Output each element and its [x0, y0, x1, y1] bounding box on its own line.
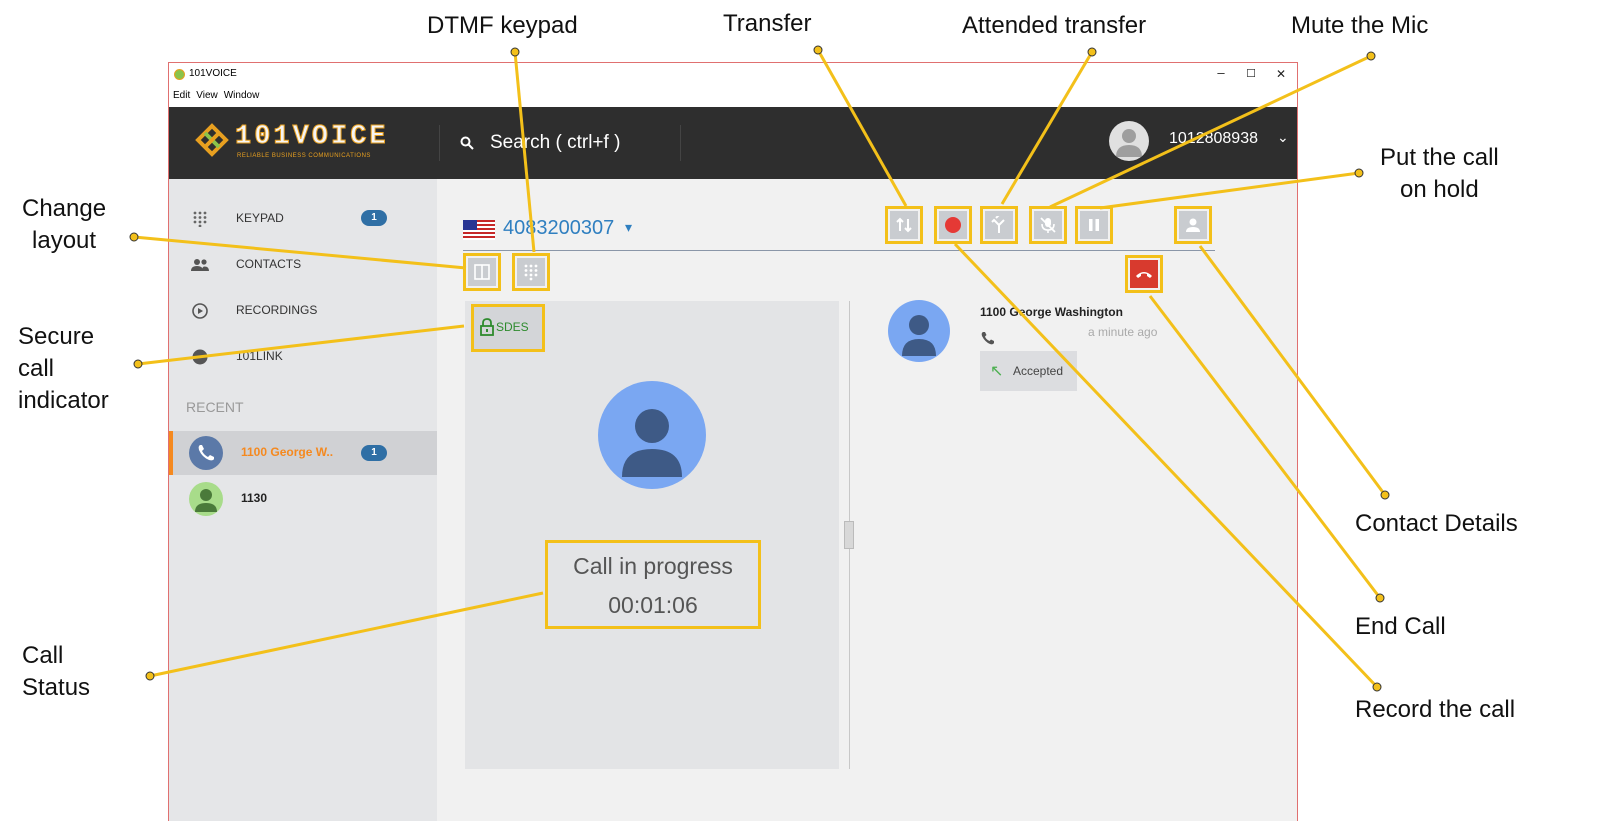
hang-up-icon	[1136, 272, 1152, 278]
window-title: 101VOICE	[189, 68, 237, 79]
sidebar-item-label: 101LINK	[236, 349, 283, 363]
split-layout-icon	[474, 264, 490, 280]
recent-item-name: 1130	[241, 491, 268, 505]
search-input[interactable]: Search ( ctrl+f )	[490, 132, 620, 154]
menu-view[interactable]: View	[196, 90, 218, 101]
call-panel: SDES Call in progress 00:01:06	[465, 301, 839, 769]
record-icon	[945, 217, 961, 233]
dtmf-keypad-button[interactable]	[512, 253, 550, 291]
sidebar-item-label: CONTACTS	[236, 257, 302, 271]
callout-attended-transfer: Attended transfer	[962, 12, 1147, 39]
us-flag-icon	[463, 220, 495, 240]
chevron-down-icon[interactable]: ⌄	[1277, 129, 1289, 146]
user-avatar	[1109, 121, 1149, 161]
transfer-icon	[896, 217, 912, 233]
sidebar-item-label: RECORDINGS	[236, 303, 318, 317]
attended-transfer-button[interactable]	[980, 206, 1018, 244]
callout-mute: Mute the Mic	[1291, 12, 1429, 39]
call-merge-icon	[991, 216, 1005, 233]
recent-item-1130[interactable]: 1130	[169, 477, 437, 521]
callout-change-layout: Change layout	[22, 195, 107, 254]
search-box[interactable]: Search ( ctrl+f )	[439, 125, 681, 161]
logo-mark-icon	[195, 123, 229, 157]
call-result-tag: ↖ Accepted	[980, 351, 1077, 391]
contact-avatar	[189, 482, 223, 516]
mute-button[interactable]	[1029, 206, 1067, 244]
unread-badge: 1	[361, 445, 387, 461]
minimize-button[interactable]: –	[1206, 65, 1236, 80]
dialpad-icon	[524, 264, 538, 281]
lock-icon	[480, 318, 494, 336]
mic-off-icon	[1040, 217, 1056, 233]
app-window: 101VOICE – ☐ ✕ Edit View Window 101VOICE R…	[168, 62, 1298, 821]
contact-details-button[interactable]	[1174, 206, 1212, 244]
splitter-handle[interactable]	[844, 521, 854, 549]
menu-window[interactable]: Window	[224, 90, 260, 101]
divider	[463, 250, 1215, 251]
history-avatar	[888, 300, 950, 362]
sidebar-item-contacts[interactable]: CONTACTS	[169, 245, 437, 285]
callout-dtmf-keypad: DTMF keypad	[427, 12, 578, 39]
call-status: Call in progress	[573, 553, 733, 579]
call-timer: 00:01:06	[608, 592, 698, 618]
call-result: Accepted	[1013, 364, 1064, 378]
sidebar: KEYPAD 1 CONTACTS RECORDINGS 101LINK REC…	[169, 179, 437, 821]
callout-contact-details: Contact Details	[1355, 510, 1518, 537]
sidebar-item-keypad[interactable]: KEYPAD 1	[169, 199, 437, 239]
secure-label: SDES	[496, 320, 529, 334]
close-button[interactable]: ✕	[1266, 67, 1296, 81]
person-icon	[622, 409, 682, 477]
callout-secure-call: Secure call indicator	[18, 323, 109, 414]
menu-edit[interactable]: Edit	[173, 90, 190, 101]
pause-icon	[1089, 219, 1099, 231]
phone-avatar	[189, 436, 223, 470]
record-button[interactable]	[934, 206, 972, 244]
sidebar-item-label: KEYPAD	[236, 211, 284, 225]
call-status-box: Call in progress 00:01:06	[545, 540, 761, 629]
callout-hold: Put the call on hold	[1380, 144, 1499, 203]
change-layout-button[interactable]	[463, 253, 501, 291]
history-name: 1100 George Washington	[980, 305, 1123, 319]
user-number: 1012808938	[1169, 130, 1258, 147]
phone-icon	[198, 445, 214, 461]
call-number[interactable]: 4083200307	[503, 217, 614, 240]
hold-button[interactable]	[1075, 206, 1113, 244]
unread-badge: 1	[361, 210, 387, 226]
people-icon	[191, 259, 209, 271]
logo-tagline: RELIABLE BUSINESS COMMUNICATIONS	[237, 153, 371, 159]
incoming-arrow-icon: ↖	[990, 363, 1004, 380]
call-view: 4083200307 ▾ SDES Call in progress 00:01…	[437, 179, 1297, 821]
person-icon	[1116, 129, 1142, 157]
transfer-button[interactable]	[885, 206, 923, 244]
play-circle-icon	[192, 303, 208, 319]
app-icon	[174, 69, 185, 80]
title-bar: 101VOICE – ☐ ✕	[169, 63, 1297, 89]
phone-icon	[981, 332, 994, 345]
callout-end-call: End Call	[1355, 613, 1446, 640]
link-icon	[192, 349, 208, 365]
sidebar-item-101link[interactable]: 101LINK	[169, 337, 437, 377]
logo-wordmark: 101VOICE	[235, 122, 389, 152]
callout-call-status: Call Status	[22, 642, 91, 701]
recent-heading: RECENT	[186, 399, 244, 415]
menu-bar: Edit View Window	[169, 90, 261, 106]
dialpad-icon	[193, 211, 207, 227]
chevron-down-icon[interactable]: ▾	[625, 219, 632, 236]
maximize-button[interactable]: ☐	[1236, 67, 1266, 80]
search-icon	[460, 136, 474, 150]
caller-avatar	[598, 381, 706, 489]
callout-record: Record the call	[1355, 696, 1516, 723]
person-icon	[1186, 218, 1200, 232]
history-time: a minute ago	[1088, 325, 1158, 339]
recent-item-name: 1100 George W..	[241, 445, 334, 459]
callout-transfer: Transfer	[723, 10, 812, 37]
end-call-button[interactable]	[1125, 255, 1163, 293]
secure-call-indicator: SDES	[471, 304, 545, 352]
recent-item-1100[interactable]: 1100 George W.. 1	[169, 431, 437, 475]
app-header: 101VOICE RELIABLE BUSINESS COMMUNICATION…	[169, 107, 1297, 179]
person-icon	[902, 315, 936, 356]
person-icon	[195, 489, 217, 512]
sidebar-item-recordings[interactable]: RECORDINGS	[169, 291, 437, 331]
